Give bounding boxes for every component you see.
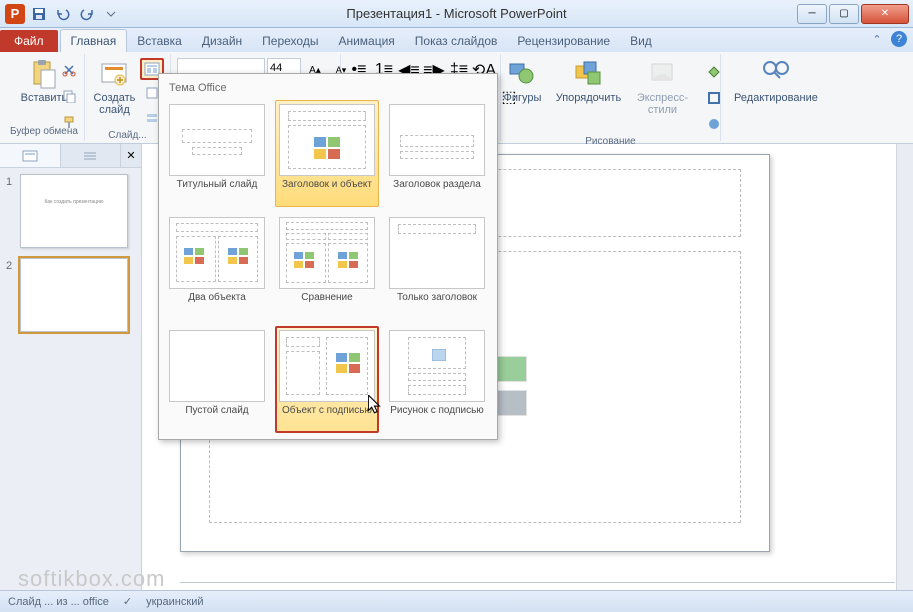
quick-styles-button[interactable]: Экспресс-стили <box>626 56 698 136</box>
layout-title-content[interactable]: Заголовок и объект <box>275 100 379 207</box>
title-bar: P Презентация1 - Microsoft PowerPoint ─ … <box>0 0 913 28</box>
tab-slideshow[interactable]: Показ слайдов <box>405 30 508 52</box>
layout-label: Только заголовок <box>397 292 477 316</box>
slides-tab[interactable] <box>0 144 61 167</box>
arrange-label: Упорядочить <box>556 92 621 104</box>
insert-smartart-icon[interactable] <box>497 356 527 382</box>
slide-thumbnail-2[interactable] <box>20 258 128 332</box>
app-menu-button[interactable]: P <box>4 3 26 25</box>
status-bar: Слайд ... из ... office ✓ украинский <box>0 590 913 612</box>
layout-title-slide[interactable]: Титульный слайд <box>165 100 269 207</box>
redo-button[interactable] <box>76 3 98 25</box>
slide-number: 1 <box>6 174 20 248</box>
tab-review[interactable]: Рецензирование <box>507 30 620 52</box>
slides-group-label: Слайд... <box>108 130 146 143</box>
slide-status: Слайд ... из ... office <box>8 596 109 608</box>
minimize-ribbon-icon[interactable]: ⌃ <box>869 31 885 47</box>
tab-transitions[interactable]: Переходы <box>252 30 328 52</box>
layout-comparison[interactable]: Сравнение <box>275 213 379 320</box>
layout-label: Рисунок с подписью <box>390 405 484 429</box>
quick-styles-label: Экспресс-стили <box>628 92 696 116</box>
slide-thumbnails: 1 Как создать презентацию 2 <box>0 168 141 348</box>
layout-title-only[interactable]: Только заголовок <box>385 213 489 320</box>
vertical-scrollbar[interactable] <box>896 144 913 590</box>
tab-file[interactable]: Файл <box>0 30 58 52</box>
arrange-button[interactable]: Упорядочить <box>554 56 622 136</box>
layout-picture-caption[interactable]: Рисунок с подписью <box>385 326 489 433</box>
copy-button[interactable] <box>58 85 80 107</box>
layout-blank[interactable]: Пустой слайд <box>165 326 269 433</box>
new-slide-label: Создать слайд <box>92 92 136 116</box>
insert-media-icon[interactable] <box>497 390 527 416</box>
slide-panel: ✕ 1 Как создать презентацию 2 <box>0 144 142 590</box>
gallery-theme-title: Тема Office <box>165 80 491 100</box>
window-controls: ─ ▢ ✕ <box>795 4 909 24</box>
mouse-cursor <box>368 395 382 415</box>
layout-label: Объект с подписью <box>282 405 372 429</box>
powerpoint-icon: P <box>5 4 25 24</box>
layout-gallery: Тема Office Титульный слайд Заголовок и … <box>158 73 498 440</box>
quick-access-toolbar: P <box>4 3 122 25</box>
slide-thumbnail-1[interactable]: Как создать презентацию <box>20 174 128 248</box>
help-icon[interactable]: ? <box>891 31 907 47</box>
slide-number: 2 <box>6 258 20 332</box>
format-painter-button[interactable] <box>58 111 80 133</box>
layout-label: Заголовок и объект <box>282 179 372 203</box>
layout-section-header[interactable]: Заголовок раздела <box>385 100 489 207</box>
minimize-button[interactable]: ─ <box>797 4 827 24</box>
new-slide-button[interactable]: Создать слайд <box>90 56 138 118</box>
window-title: Презентация1 - Microsoft PowerPoint <box>346 6 566 21</box>
shapes-button[interactable]: Фигуры <box>494 56 550 136</box>
outline-tab[interactable] <box>61 144 122 167</box>
spellcheck-icon[interactable]: ✓ <box>123 595 132 608</box>
qat-customize-button[interactable] <box>100 3 122 25</box>
group-drawing: Фигуры Упорядочить Экспресс-стили Рисова… <box>501 54 721 141</box>
ribbon-tabs: Файл Главная Вставка Дизайн Переходы Ани… <box>0 28 913 52</box>
group-editing: Редактирование <box>721 54 831 141</box>
tab-design[interactable]: Дизайн <box>192 30 252 52</box>
close-button[interactable]: ✕ <box>861 4 909 24</box>
language-status[interactable]: украинский <box>146 596 203 608</box>
tab-home[interactable]: Главная <box>60 29 128 52</box>
layout-label: Пустой слайд <box>185 405 248 429</box>
undo-button[interactable] <box>52 3 74 25</box>
layout-content-caption[interactable]: Объект с подписью <box>275 326 379 433</box>
editing-button[interactable]: Редактирование <box>728 56 824 106</box>
layout-label: Два объекта <box>188 292 246 316</box>
editing-label: Редактирование <box>734 92 818 104</box>
close-panel-button[interactable]: ✕ <box>121 144 141 167</box>
layout-label: Титульный слайд <box>177 179 258 203</box>
save-button[interactable] <box>28 3 50 25</box>
layout-label: Заголовок раздела <box>393 179 481 203</box>
tab-view[interactable]: Вид <box>620 30 662 52</box>
layout-label: Сравнение <box>301 292 352 316</box>
group-clipboard: Вставить Буфер обмена <box>4 54 85 141</box>
tab-animation[interactable]: Анимация <box>328 30 404 52</box>
maximize-button[interactable]: ▢ <box>829 4 859 24</box>
shapes-label: Фигуры <box>503 92 541 104</box>
tab-insert[interactable]: Вставка <box>127 30 192 52</box>
cut-button[interactable] <box>58 59 80 81</box>
layout-two-content[interactable]: Два объекта <box>165 213 269 320</box>
